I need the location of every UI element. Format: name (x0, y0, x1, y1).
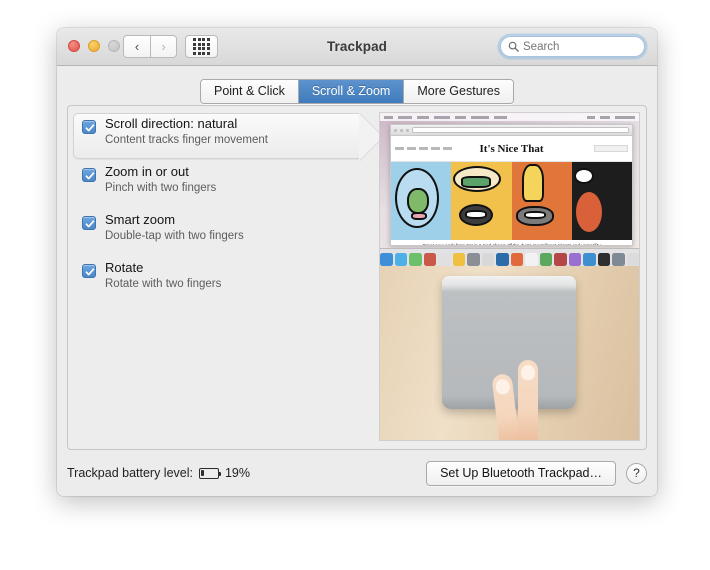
checkbox-scroll-direction[interactable] (82, 120, 96, 134)
option-description: Pinch with two fingers (105, 182, 217, 194)
checkmark-icon (85, 220, 95, 228)
gesture-options-list: Scroll direction: natural Content tracks… (68, 112, 359, 304)
tab-point-and-click[interactable]: Point & Click (200, 80, 299, 103)
trackpad-preferences-window: ‹ › Trackpad ✕ Point & Click Scroll & Zo (57, 28, 657, 496)
checkbox-smart-zoom[interactable] (82, 216, 96, 230)
search-input[interactable] (523, 40, 657, 53)
battery-status: Trackpad battery level: 19% (67, 466, 250, 480)
window-titlebar: ‹ › Trackpad ✕ (57, 28, 657, 66)
window-bottom-bar: Trackpad battery level: 19% Set Up Bluet… (57, 450, 657, 496)
artwork-image (391, 162, 632, 240)
option-row-zoom-in-or-out[interactable]: Zoom in or out Pinch with two fingers (68, 160, 356, 208)
option-text: Scroll direction: natural Content tracks… (105, 112, 268, 148)
browser-window: It's Nice That Great new work from Craig… (390, 124, 633, 246)
settings-panel: Scroll direction: natural Content tracks… (67, 105, 647, 450)
preview-screen-photo: It's Nice That Great new work from Craig… (380, 113, 639, 268)
site-logo: It's Nice That (479, 142, 544, 155)
option-title: Rotate (105, 260, 144, 275)
search-field[interactable]: ✕ (500, 36, 657, 57)
option-title: Zoom in or out (105, 164, 189, 179)
mac-dock (380, 248, 639, 268)
battery-label: Trackpad battery level: (67, 466, 193, 480)
option-row-smart-zoom[interactable]: Smart zoom Double-tap with two fingers (68, 208, 356, 256)
artwork-caption: Great new work from Craig & Karl shows o… (422, 243, 601, 246)
battery-icon (198, 467, 222, 479)
setup-bluetooth-trackpad-button[interactable]: Set Up Bluetooth Trackpad… (426, 460, 616, 486)
finger-two (518, 360, 538, 440)
option-row-rotate[interactable]: Rotate Rotate with two fingers (68, 256, 356, 304)
checkmark-icon (85, 172, 95, 180)
option-description: Rotate with two fingers (105, 278, 222, 290)
option-description: Double-tap with two fingers (105, 230, 244, 242)
search-icon (508, 41, 519, 52)
option-row-scroll-direction[interactable]: Scroll direction: natural Content tracks… (68, 112, 359, 160)
option-title: Smart zoom (105, 212, 176, 227)
preview-trackpad-photo (380, 266, 639, 440)
option-text: Zoom in or out Pinch with two fingers (105, 160, 216, 196)
mac-menu-bar (380, 113, 639, 121)
gesture-demo-preview: It's Nice That Great new work from Craig… (379, 112, 640, 441)
tab-scroll-and-zoom[interactable]: Scroll & Zoom (298, 80, 405, 103)
help-button[interactable]: ? (626, 462, 647, 484)
site-nav (395, 147, 452, 150)
battery-percent: 19% (224, 466, 251, 480)
option-text: Smart zoom Double-tap with two fingers (105, 208, 244, 244)
browser-toolbar (391, 125, 632, 136)
checkbox-zoom-in-or-out[interactable] (82, 168, 96, 182)
site-header: It's Nice That (391, 136, 632, 162)
option-text: Rotate Rotate with two fingers (105, 256, 221, 292)
battery-fill (201, 469, 205, 477)
tab-more-gestures[interactable]: More Gestures (404, 80, 514, 103)
option-title: Scroll direction: natural (105, 116, 238, 131)
bottom-actions: Set Up Bluetooth Trackpad… ? (426, 460, 647, 486)
site-search-box (594, 145, 628, 152)
option-description: Content tracks finger movement (105, 134, 268, 146)
checkbox-rotate[interactable] (82, 264, 96, 278)
checkmark-icon (85, 124, 95, 132)
checkmark-icon (85, 268, 95, 276)
